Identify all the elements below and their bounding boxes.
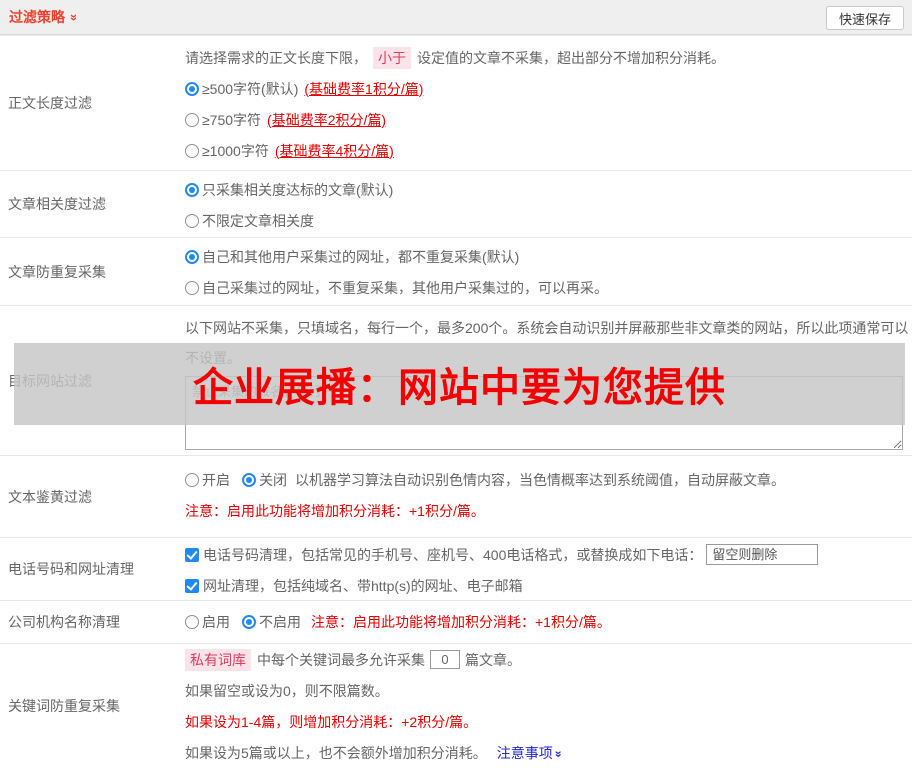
length-intro-pre: 请选择需求的正文长度下限， (185, 49, 367, 66)
keyword-limit-line: 私有词库 中每个关键词最多允许采集 篇文章。 (185, 644, 912, 675)
cost-warning-text: 注意：启用此功能将增加积分消耗：+1积分/篇。 (185, 502, 485, 519)
length-option-1000: ≥1000字符 (基础费率4积分/篇) (185, 135, 912, 166)
row-label-porn-filter: 文本鉴黄过滤 (8, 488, 92, 505)
option-label-on: 开启 (202, 471, 230, 488)
radio-checked-icon[interactable] (185, 249, 199, 264)
row-body-length-filter: 正文长度过滤 请选择需求的正文长度下限， 小于 设定值的文章不采集，超出部分不增… (0, 35, 912, 170)
row-label-keyword-dedup: 关键词防重复采集 (8, 698, 120, 714)
relevance-option-strict: 只采集相关度达标的文章(默认) (185, 174, 912, 205)
radio-checked-icon[interactable] (185, 182, 199, 197)
filter-settings-page: 过滤策略 « 快速保存 正文长度过滤 请选择需求的正文长度下限， 小于 设定值的… (0, 0, 912, 768)
row-keyword-dedup: 关键词防重复采集 私有词库 中每个关键词最多允许采集 篇文章。 如果留空或设为0… (0, 643, 912, 768)
fee-label: (基础费率1积分/篇) (304, 80, 424, 97)
dedup-option-self-only: 自己采集过的网址，不重复采集，其他用户采集过的，可以再采。 (185, 272, 912, 303)
row-label-relevance: 文章相关度过滤 (8, 196, 106, 212)
row-label-phone-cleanup: 电话号码和网址清理 (8, 561, 134, 577)
fee-label: (基础费率4积分/篇) (274, 142, 394, 159)
option-label: ≥750字符 (202, 111, 262, 128)
replacement-phone-input[interactable] (706, 544, 819, 565)
radio-icon[interactable] (185, 615, 199, 629)
phone-cleanup-option: 电话号码清理，包括常见的手机号、座机号、400电话格式，或替换成如下电话： (185, 539, 912, 570)
ad-overlay-banner: 企业展播：网站中要为您提供 (14, 343, 905, 425)
row-label-dedup: 文章防重复采集 (8, 263, 106, 280)
checkbox-checked-icon[interactable] (185, 578, 199, 593)
header-bar: 过滤策略 « 快速保存 (0, 0, 912, 35)
radio-icon[interactable] (185, 280, 199, 295)
row-label-company-cleanup: 公司机构名称清理 (8, 614, 120, 630)
radio-icon[interactable] (185, 143, 199, 158)
option-label-disable: 不启用 (259, 614, 301, 630)
collapse-chevron-icon[interactable]: « (65, 13, 80, 20)
company-cleanup-options: 启用 不启用 注意：启用此功能将增加积分消耗：+1积分/篇。 (185, 607, 611, 638)
option-label: 自己和其他用户采集过的网址，都不重复采集(默认) (202, 248, 520, 265)
porn-filter-description: 以机器学习算法自动识别色情内容，当色情概率达到系统阈值，自动屏蔽文章。 (295, 471, 785, 488)
note-text: 如果留空或设为0，则不限篇数。 (185, 682, 389, 699)
phone-cleanup-label: 电话号码清理，包括常见的手机号、座机号、400电话格式，或替换成如下电话： (203, 546, 703, 563)
cost-warning-text: 注意：启用此功能将增加积分消耗：+1积分/篇。 (311, 614, 611, 630)
length-intro: 请选择需求的正文长度下限， 小于 设定值的文章不采集，超出部分不增加积分消耗。 (185, 42, 912, 73)
notes-link[interactable]: 注意事项« (496, 743, 565, 763)
option-label-off: 关闭 (259, 471, 287, 488)
row-label-body-length: 正文长度过滤 (8, 95, 92, 111)
option-label: ≥1000字符 (202, 142, 269, 159)
note-text: 如果设为5篇或以上，也不会额外增加积分消耗。 (185, 744, 487, 761)
porn-filter-note: 注意：启用此功能将增加积分消耗：+1积分/篇。 (185, 495, 912, 526)
checkbox-checked-icon[interactable] (185, 547, 199, 562)
keyword-note-five: 如果设为5篇或以上，也不会额外增加积分消耗。 注意事项« (185, 737, 912, 768)
option-label: 自己采集过的网址，不重复采集，其他用户采集过的，可以再采。 (202, 279, 608, 296)
row-dedup-collection: 文章防重复采集 自己和其他用户采集过的网址，都不重复采集(默认) 自己采集过的网… (0, 237, 912, 305)
notes-link-label: 注意事项 (496, 744, 553, 761)
ad-overlay-text[interactable]: 企业展播：网站中要为您提供 (193, 355, 726, 413)
private-lexicon-chip: 私有词库 (185, 648, 251, 671)
relevance-option-any: 不限定文章相关度 (185, 205, 912, 236)
porn-filter-options: 开启 关闭 以机器学习算法自动识别色情内容，当色情概率达到系统阈值，自动屏蔽文章… (185, 464, 912, 495)
row-relevance-filter: 文章相关度过滤 只采集相关度达标的文章(默认) 不限定文章相关度 (0, 170, 912, 237)
keyword-limit-text: 中每个关键词最多允许采集 (257, 651, 425, 668)
length-option-500: ≥500字符(默认) (基础费率1积分/篇) (185, 73, 912, 104)
page-title: 过滤策略 (9, 9, 65, 25)
keyword-note-zero: 如果留空或设为0，则不限篇数。 (185, 675, 912, 706)
radio-icon[interactable] (185, 213, 199, 228)
dedup-option-all-users: 自己和其他用户采集过的网址，都不重复采集(默认) (185, 241, 912, 272)
length-option-750: ≥750字符 (基础费率2积分/篇) (185, 104, 912, 135)
option-label: 不限定文章相关度 (202, 212, 314, 229)
row-company-name-cleanup: 公司机构名称清理 启用 不启用 注意：启用此功能将增加积分消耗：+1积分/篇。 (0, 600, 912, 643)
option-label-enable: 启用 (202, 614, 230, 630)
keyword-count-input[interactable] (430, 650, 460, 669)
option-label: 只采集相关度达标的文章(默认) (202, 181, 394, 198)
length-intro-post: 设定值的文章不采集，超出部分不增加积分消耗。 (417, 49, 725, 66)
fee-label: (基础费率2积分/篇) (267, 111, 387, 128)
option-label: ≥500字符(默认) (202, 80, 299, 97)
quick-save-button[interactable]: 快速保存 (825, 6, 904, 30)
url-cleanup-option: 网址清理，包括纯域名、带http(s)的网址、电子邮箱 (185, 570, 912, 601)
radio-icon[interactable] (185, 112, 199, 127)
row-phone-url-cleanup: 电话号码和网址清理 电话号码清理，包括常见的手机号、座机号、400电话格式，或替… (0, 537, 912, 600)
radio-checked-icon[interactable] (185, 81, 199, 96)
url-cleanup-label: 网址清理，包括纯域名、带http(s)的网址、电子邮箱 (203, 577, 523, 594)
chevron-down-icon: « (550, 750, 565, 757)
keyword-limit-suffix: 篇文章。 (465, 651, 521, 668)
radio-checked-icon[interactable] (242, 615, 256, 629)
radio-icon[interactable] (185, 472, 199, 487)
keyword-note-cost: 如果设为1-4篇，则增加积分消耗：+2积分/篇。 (185, 706, 912, 737)
row-porn-filter: 文本鉴黄过滤 开启 关闭 以机器学习算法自动识别色情内容，当色情概率达到系统阈值… (0, 455, 912, 537)
less-than-chip: 小于 (373, 46, 411, 69)
cost-warning-text: 如果设为1-4篇，则增加积分消耗：+2积分/篇。 (185, 713, 478, 730)
radio-checked-icon[interactable] (242, 472, 256, 487)
